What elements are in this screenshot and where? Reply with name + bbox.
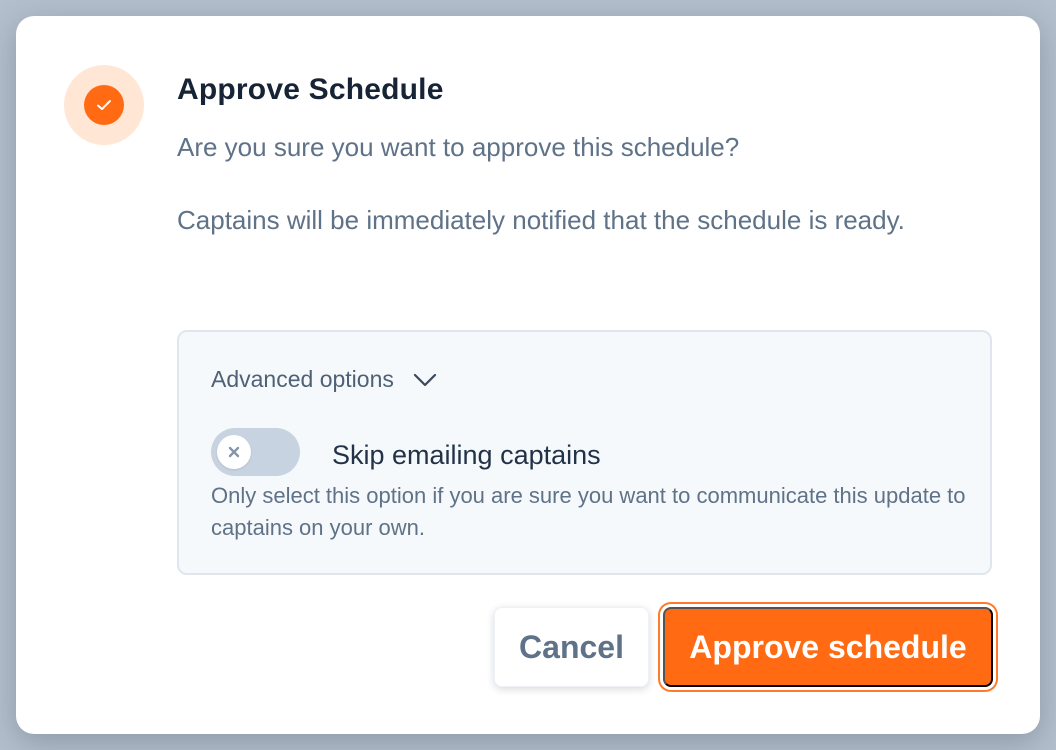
- check-icon-badge: [64, 65, 144, 145]
- skip-emailing-captains-help: Only select this option if you are sure …: [211, 483, 966, 540]
- chevron-down-icon: [412, 372, 438, 388]
- dialog-question: Are you sure you want to approve this sc…: [177, 132, 740, 162]
- close-icon: [217, 435, 251, 469]
- cancel-button[interactable]: Cancel: [494, 607, 649, 687]
- skip-emailing-captains-label: Skip emailing captains: [332, 440, 601, 470]
- approve-schedule-dialog: Approve Schedule Are you sure you want t…: [16, 16, 1040, 734]
- approve-schedule-button[interactable]: Approve schedule: [663, 607, 993, 687]
- check-icon: [84, 85, 124, 125]
- dialog-title: Approve Schedule: [177, 73, 444, 106]
- skip-emailing-captains-switch[interactable]: [211, 428, 300, 476]
- dialog-notice: Captains will be immediately notified th…: [177, 205, 905, 235]
- dialog-content: Approve Schedule Are you sure you want t…: [177, 72, 992, 240]
- advanced-options-panel: Advanced options Skip emailing captains …: [177, 330, 992, 575]
- advanced-options-toggle[interactable]: Advanced options: [211, 366, 438, 393]
- advanced-options-label: Advanced options: [211, 366, 394, 392]
